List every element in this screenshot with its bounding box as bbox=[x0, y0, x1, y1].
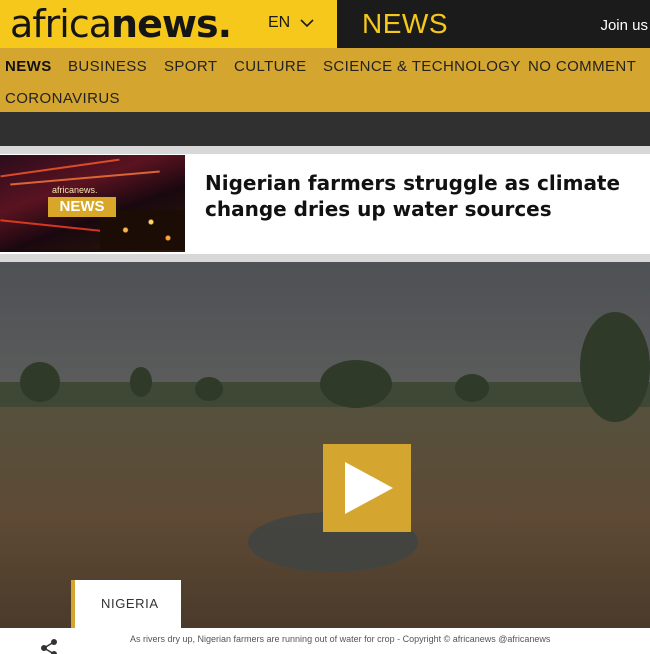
top-bar: africanews. EN NEWS Join us bbox=[0, 0, 650, 48]
site-logo[interactable]: africanews. bbox=[10, 2, 232, 46]
sub-nav-strip bbox=[0, 112, 650, 146]
logo-bold: news. bbox=[111, 2, 232, 46]
thumbnail-news-label: NEWS bbox=[48, 197, 116, 217]
caption-bar: As rivers dry up, Nigerian farmers are r… bbox=[0, 628, 650, 654]
nav-item-coronavirus[interactable]: CORONAVIRUS bbox=[5, 90, 120, 107]
tree bbox=[20, 362, 60, 402]
logo-thin: africa bbox=[10, 2, 112, 46]
language-selector[interactable]: EN bbox=[268, 14, 314, 32]
join-us-button[interactable]: Join us bbox=[600, 17, 648, 34]
nav-item-sport[interactable]: SPORT bbox=[164, 58, 217, 75]
chevron-down-icon bbox=[300, 19, 314, 28]
video-player[interactable]: NIGERIA bbox=[0, 262, 650, 628]
nav-item-culture[interactable]: CULTURE bbox=[234, 58, 307, 75]
tree bbox=[455, 374, 489, 402]
article-header: africanews. NEWS Nigerian farmers strugg… bbox=[0, 154, 650, 254]
thumbnail-brand: africanews. bbox=[52, 185, 98, 195]
tree bbox=[130, 367, 152, 397]
main-nav: NEWS BUSINESS SPORT CULTURE SCIENCE & TE… bbox=[0, 48, 650, 112]
nav-item-business[interactable]: BUSINESS bbox=[68, 58, 147, 75]
nav-item-news[interactable]: NEWS bbox=[5, 58, 52, 75]
tree bbox=[320, 360, 392, 408]
light-streak bbox=[0, 219, 110, 233]
location-tag[interactable]: NIGERIA bbox=[71, 580, 181, 628]
nav-item-no-comment[interactable]: NO COMMENT bbox=[528, 58, 636, 75]
nav-item-science-technology[interactable]: SCIENCE & TECHNOLOGY bbox=[323, 58, 521, 75]
language-label: EN bbox=[268, 14, 291, 31]
section-title: NEWS bbox=[362, 8, 448, 39]
share-icon[interactable] bbox=[38, 638, 60, 654]
brand-block: africanews. EN bbox=[0, 0, 337, 48]
play-icon bbox=[345, 462, 393, 514]
article-thumbnail[interactable]: africanews. NEWS bbox=[0, 155, 185, 252]
article-headline: Nigerian farmers struggle as climate cha… bbox=[205, 171, 621, 221]
video-caption: As rivers dry up, Nigerian farmers are r… bbox=[130, 634, 551, 644]
tree bbox=[195, 377, 223, 401]
play-button[interactable] bbox=[323, 444, 411, 532]
tree bbox=[580, 312, 650, 422]
